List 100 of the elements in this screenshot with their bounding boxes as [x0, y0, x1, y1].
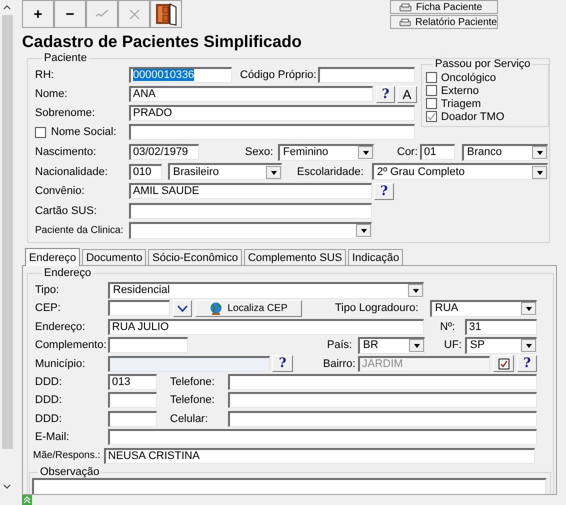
- tab[interactable]: Complemento SUS: [244, 249, 346, 266]
- field-label: DDD:: [35, 394, 63, 406]
- tab[interactable]: Indicação: [348, 249, 404, 266]
- input-field[interactable]: [108, 300, 170, 316]
- checkbox[interactable]: [426, 85, 437, 96]
- input-field[interactable]: PRADO: [129, 105, 415, 122]
- field-label: Nº:: [440, 320, 456, 333]
- input-field[interactable]: [108, 337, 188, 354]
- caret-icon: [532, 166, 547, 179]
- add-button[interactable]: +: [22, 0, 54, 28]
- find-cep-button[interactable]: Localiza CEP: [195, 300, 302, 317]
- input-field[interactable]: AMIL SAUDE: [129, 183, 372, 200]
- input-field[interactable]: 31: [465, 318, 537, 335]
- dropdown[interactable]: Residencial: [108, 282, 424, 299]
- checkbox-label: Nome Social:: [51, 126, 116, 138]
- field-label: DDD:: [35, 412, 63, 425]
- field-label: Escolaridade:: [297, 166, 365, 178]
- form-title: Cadastro de Pacientes Simplificado: [22, 32, 303, 53]
- checkbox-label: Doador TMO: [441, 110, 504, 123]
- field-label: Telefone:: [170, 376, 216, 388]
- dropdown[interactable]: SP: [465, 336, 537, 354]
- remove-button[interactable]: −: [54, 0, 86, 28]
- field-label: Sexo:: [245, 146, 274, 158]
- group-label: Passou por Serviço: [434, 59, 532, 70]
- field-label: RH:: [35, 69, 55, 82]
- field-label: Nascimento:: [35, 146, 98, 158]
- field-label: Código Próprio:: [240, 69, 318, 82]
- expand-icon[interactable]: [22, 495, 32, 505]
- field-label: DDD:: [35, 376, 63, 388]
- input-field[interactable]: [228, 374, 537, 390]
- tab[interactable]: Sócio-Econômico: [148, 249, 242, 266]
- input-field[interactable]: 0000010336: [129, 67, 232, 84]
- door-icon: [154, 2, 178, 26]
- field-label: Endereço:: [35, 320, 86, 333]
- caret-icon: [521, 339, 536, 352]
- lookup-button[interactable]: ?: [376, 86, 395, 103]
- caret-icon: [409, 339, 424, 352]
- close-icon: [128, 8, 140, 20]
- input-field[interactable]: [108, 429, 537, 446]
- input-field[interactable]: [108, 410, 157, 427]
- input-field[interactable]: [228, 410, 537, 427]
- report-button[interactable]: Relatório Paciente: [390, 15, 498, 29]
- field-label: Nome:: [35, 88, 68, 100]
- exit-button[interactable]: [150, 0, 182, 28]
- input-field[interactable]: 013: [108, 374, 157, 390]
- printer-icon: [399, 2, 412, 12]
- dropdown[interactable]: Feminino: [278, 144, 374, 161]
- checkbox-label: Triagem: [441, 98, 481, 110]
- scrollbar-thumb[interactable]: [2, 15, 12, 449]
- checkbox-label: Oncológico: [441, 72, 496, 84]
- dropdown[interactable]: [129, 222, 372, 239]
- field-label: CEP:: [35, 302, 62, 314]
- dropdown[interactable]: Branco: [462, 144, 548, 161]
- field-label: Cartão SUS:: [35, 204, 98, 217]
- field-label: Celular:: [170, 412, 209, 425]
- field-label: Complemento:: [35, 339, 108, 352]
- field-label: Sobrenome:: [35, 107, 96, 120]
- group-label: Endereço: [43, 268, 92, 280]
- checkbox[interactable]: [35, 126, 46, 138]
- printer-icon: [399, 18, 412, 26]
- check-icon: [95, 9, 109, 19]
- input-field[interactable]: [129, 202, 372, 219]
- field-label: Cor:: [397, 146, 419, 158]
- field-label: Bairro:: [323, 358, 356, 370]
- caret-icon: [266, 166, 281, 179]
- dropdown[interactable]: BR: [358, 336, 425, 354]
- checkbox[interactable]: [426, 111, 437, 122]
- input-field[interactable]: ANA: [129, 86, 373, 102]
- input-field[interactable]: RUA JULIO: [108, 318, 424, 335]
- field-label: Convênio:: [35, 185, 86, 198]
- font-button[interactable]: A: [397, 86, 417, 103]
- input-field[interactable]: 01: [420, 144, 455, 160]
- caret-icon: [356, 224, 371, 238]
- group-label: Paciente: [43, 53, 88, 64]
- lookup-button[interactable]: ?: [272, 355, 293, 372]
- lookup-button[interactable]: ?: [374, 182, 394, 200]
- caret-icon: [358, 146, 373, 160]
- input-field[interactable]: NEUSA CRISTINA: [104, 448, 535, 464]
- input-field[interactable]: [318, 67, 415, 84]
- dropdown[interactable]: 2º Grau Completo: [372, 163, 548, 180]
- field-label: E-Mail:: [35, 431, 70, 444]
- input-field[interactable]: 010: [129, 164, 162, 180]
- dropdown[interactable]: Brasileiro: [168, 163, 282, 180]
- checkbox[interactable]: [426, 98, 437, 110]
- checkbox[interactable]: [426, 72, 437, 84]
- dropdown-button[interactable]: [173, 300, 192, 317]
- tab[interactable]: Documento: [82, 249, 146, 266]
- field-label: Nacionalidade:: [35, 166, 109, 178]
- globe-icon: [209, 302, 224, 315]
- input-field[interactable]: [108, 392, 157, 408]
- field-label: Tipo:: [35, 284, 60, 296]
- field-label: Paciente da Clinica:: [35, 224, 124, 236]
- input-field[interactable]: [228, 392, 537, 408]
- report-button[interactable]: Ficha Paciente: [390, 0, 498, 14]
- input-field[interactable]: [129, 124, 415, 140]
- input-field[interactable]: [108, 356, 270, 372]
- input-field[interactable]: 03/02/1979: [129, 144, 199, 160]
- tab[interactable]: Endereço: [25, 248, 80, 266]
- dropdown[interactable]: RUA: [430, 300, 537, 317]
- form-button[interactable]: [493, 355, 514, 372]
